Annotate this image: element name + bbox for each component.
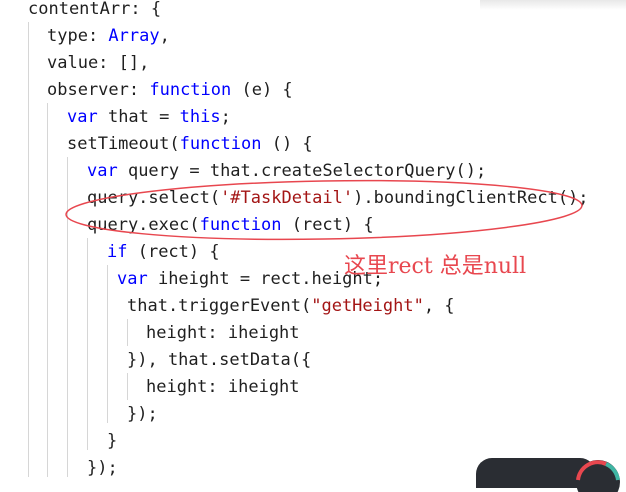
annotation-text: 这里rect 总是null (344, 254, 527, 279)
annotation-ellipse (65, 179, 583, 241)
window-edge-shadow (480, 0, 626, 10)
progress-ring-icon (576, 460, 620, 492)
